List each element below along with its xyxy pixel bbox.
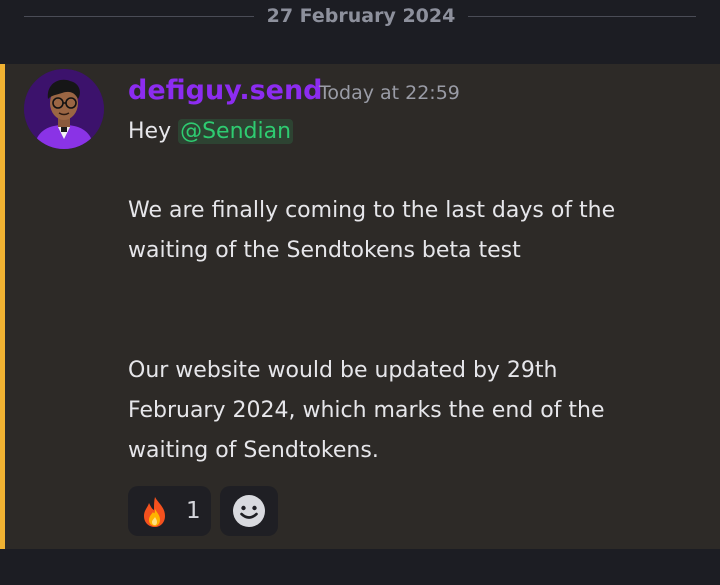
message-text-line: waiting of the Sendtokens beta test: [128, 238, 521, 263]
message[interactable]: defiguy.send Today at 22:59 Hey @Sendian…: [0, 64, 720, 549]
message-timestamp[interactable]: Today at 22:59: [319, 79, 460, 107]
message-text-line: waiting of Sendtokens.: [128, 438, 379, 463]
fire-icon: [144, 497, 165, 527]
avatar[interactable]: [24, 69, 104, 149]
add-reaction-button[interactable]: [220, 486, 278, 536]
reaction-fire[interactable]: 1: [128, 486, 211, 536]
mention-highlight-bar: [0, 64, 5, 549]
date-divider: 27 February 2024: [0, 0, 720, 36]
avatar-illustration: [24, 69, 104, 149]
message-text-line: Our website would be updated by 29th: [128, 358, 558, 383]
message-greeting-line: Hey @Sendian: [128, 112, 294, 152]
add-reaction-icon: [233, 495, 265, 527]
message-text-line: February 2024, which marks the end of th…: [128, 398, 605, 423]
divider-line-left: [24, 16, 254, 17]
author-name[interactable]: defiguy.send: [128, 72, 323, 110]
date-divider-label: 27 February 2024: [266, 5, 456, 27]
message-text-line: We are finally coming to the last days o…: [128, 198, 616, 223]
reaction-count: 1: [186, 498, 201, 524]
greeting-text: Hey: [128, 119, 179, 144]
user-mention[interactable]: @Sendian: [178, 119, 294, 144]
divider-line-right: [468, 16, 696, 17]
chat-view: 27 February 2024 defiguy.send Today at 2…: [0, 0, 720, 585]
